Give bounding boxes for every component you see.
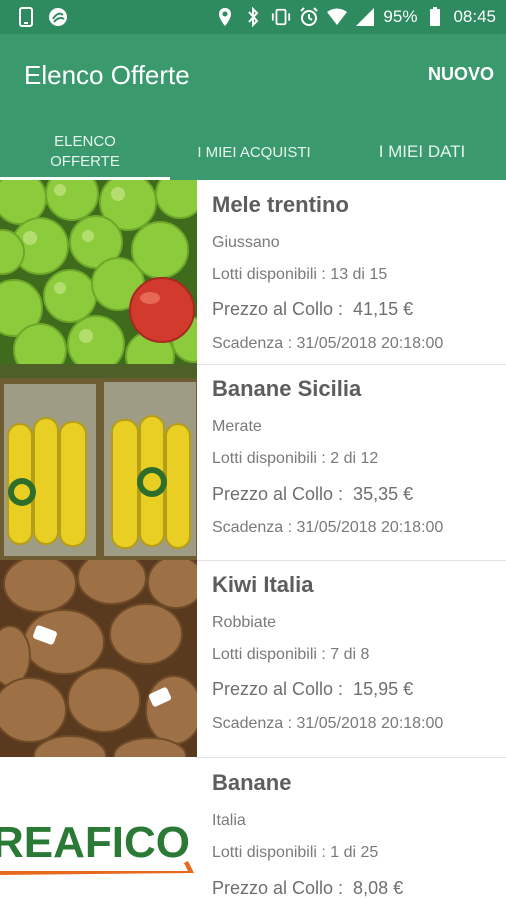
offer-location: Robbiate [212, 614, 277, 631]
offer-title: Banane Sicilia [212, 376, 362, 401]
new-offer-button[interactable]: NUOVO [428, 64, 494, 85]
offer-item[interactable]: Mele trentino Giussano Lotti disponibili… [0, 180, 506, 365]
offer-lots: Lotti disponibili : 2 di 12 [212, 450, 379, 467]
tab-my-data[interactable]: I MIEI DATI [338, 124, 506, 180]
vibrate-icon [271, 7, 291, 27]
offer-price: Prezzo al Collo : 35,35 € [212, 484, 414, 504]
tab-offers-list[interactable]: ELENCO OFFERTE [0, 124, 170, 180]
alarm-icon [299, 7, 319, 27]
offer-image-green-apples [0, 180, 197, 364]
offer-title: Kiwi Italia [212, 572, 314, 597]
clock-time: 08:45 [453, 7, 496, 26]
offer-image-reafico-logo: REAFICO [0, 757, 197, 900]
signal-icon [355, 7, 375, 27]
offer-image-bananas [0, 364, 197, 560]
wifi-icon [327, 7, 348, 27]
offer-price: Prezzo al Collo : 41,15 € [212, 299, 414, 319]
status-bar: 95% 08:45 [0, 0, 506, 34]
offer-location: Merate [212, 418, 262, 435]
offer-expiry: Scadenza : 31/05/2018 20:18:00 [212, 519, 444, 536]
reafico-logo-text: REAFICO [0, 818, 190, 867]
app-toolbar: Elenco Offerte NUOVO ELENCO OFFERTE I MIE… [0, 34, 506, 180]
offer-location: Italia [212, 812, 246, 829]
status-right: 95% 08:45 [215, 7, 496, 27]
battery-icon [425, 7, 445, 27]
offer-item[interactable]: Kiwi Italia Robbiate Lotti disponibili :… [0, 560, 506, 758]
offer-title: Banane [212, 770, 292, 795]
tab-my-purchases[interactable]: I MIEI ACQUISTI [170, 124, 338, 180]
phone-icon [16, 7, 36, 27]
app-notification-icon [48, 7, 68, 27]
offer-price: Prezzo al Collo : 8,08 € [212, 878, 404, 898]
offer-title: Mele trentino [212, 192, 349, 217]
status-left [16, 7, 68, 27]
offer-lots: Lotti disponibili : 1 di 25 [212, 844, 379, 861]
tab-offers-list-label: ELENCO OFFERTE [50, 133, 120, 170]
page-title: Elenco Offerte [24, 60, 190, 90]
offer-location: Giussano [212, 234, 280, 251]
battery-percent: 95% [383, 7, 418, 26]
offer-expiry: Scadenza : 31/05/2018 20:18:00 [212, 335, 444, 352]
offer-expiry: Scadenza : 31/05/2018 20:18:00 [212, 715, 444, 732]
offer-item[interactable]: REAFICO Banane Italia Lotti disponibili … [0, 757, 506, 900]
tab-bar: ELENCO OFFERTE I MIEI ACQUISTI I MIEI DAT… [0, 124, 506, 180]
location-icon [215, 7, 235, 27]
offer-item[interactable]: Banane Sicilia Merate Lotti disponibili … [0, 364, 506, 561]
bluetooth-icon [243, 7, 263, 27]
offer-image-kiwi [0, 560, 197, 757]
offer-lots: Lotti disponibili : 7 di 8 [212, 646, 370, 663]
offer-lots: Lotti disponibili : 13 di 15 [212, 266, 388, 283]
offer-price: Prezzo al Collo : 15,95 € [212, 679, 414, 699]
